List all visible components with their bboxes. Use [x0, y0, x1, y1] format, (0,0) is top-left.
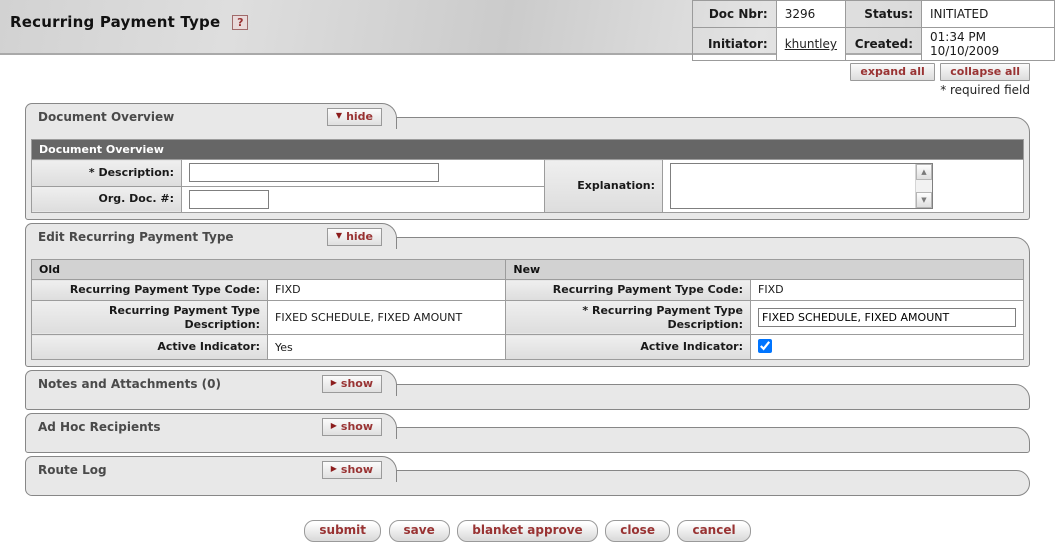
- close-button[interactable]: close: [605, 520, 670, 542]
- toggle-label: show: [340, 376, 373, 390]
- blanket-approve-button[interactable]: blanket approve: [457, 520, 598, 542]
- show-ad-hoc-button[interactable]: ▶ show: [321, 417, 382, 436]
- description-input[interactable]: [189, 163, 439, 183]
- created-value: 01:34 PM 10/10/2009: [921, 27, 1055, 61]
- section-ad-hoc-recipients: Ad Hoc Recipients ▶ show: [25, 413, 1030, 454]
- toggle-label: show: [340, 419, 373, 433]
- tab-edit-recurring-payment-type: Edit Recurring Payment Type ▼ hide: [25, 223, 397, 249]
- section-route-log: Route Log ▶ show: [25, 456, 1030, 497]
- explanation-label: Explanation:: [544, 159, 663, 213]
- toggle-label: show: [340, 462, 373, 476]
- initiator-link[interactable]: khuntley: [785, 37, 837, 51]
- textarea-scrollbar[interactable]: ▲ ▼: [915, 164, 932, 208]
- tab-route-log: Route Log ▶ show: [25, 456, 397, 483]
- hide-edit-section-button[interactable]: ▼ hide: [326, 227, 382, 246]
- new-description-input[interactable]: [758, 308, 1016, 327]
- collapse-all-button[interactable]: collapse all: [940, 63, 1030, 81]
- show-notes-button[interactable]: ▶ show: [321, 374, 382, 393]
- new-column-header: New: [505, 259, 1024, 280]
- old-description-value: FIXED SCHEDULE, FIXED AMOUNT: [267, 299, 507, 336]
- tab-document-overview: Document Overview ▼ hide: [25, 103, 397, 129]
- description-label: * Description:: [31, 159, 182, 187]
- toggle-label: hide: [346, 229, 373, 243]
- edit-section-body: Old New Recurring Payment Type Code: FIX…: [25, 237, 1030, 368]
- tab-title: Document Overview: [38, 109, 175, 124]
- doc-nbr-value: 3296: [775, 0, 847, 28]
- new-description-label: * Recurring Payment Type Description:: [505, 299, 751, 336]
- section-edit-recurring-payment-type: Edit Recurring Payment Type ▼ hide Old N…: [25, 223, 1030, 368]
- expand-all-button[interactable]: expand all: [850, 63, 935, 81]
- page-header: Recurring Payment Type ? Doc Nbr: 3296 S…: [0, 0, 1055, 61]
- old-column-header: Old: [30, 259, 507, 280]
- toggle-label: hide: [346, 109, 373, 123]
- triangle-right-icon: ▶: [330, 464, 337, 474]
- table-row: Active Indicator: Yes Active Indicator:: [30, 334, 1024, 361]
- old-code-label: Recurring Payment Type Code:: [30, 279, 269, 301]
- status-label: Status:: [845, 0, 922, 28]
- new-code-label: Recurring Payment Type Code:: [505, 279, 751, 301]
- active-indicator-checkbox[interactable]: [758, 339, 772, 354]
- old-description-label: Recurring Payment Type Description:: [30, 299, 269, 336]
- new-active-label: Active Indicator:: [505, 334, 751, 361]
- scroll-down-icon[interactable]: ▼: [916, 192, 932, 208]
- document-overview-body: Document Overview * Description: Explana…: [25, 117, 1030, 220]
- show-route-log-button[interactable]: ▶ show: [321, 460, 382, 479]
- initiator-label: Initiator:: [691, 27, 777, 61]
- submit-button[interactable]: submit: [304, 520, 382, 542]
- document-overview-inner-header: Document Overview: [31, 139, 1024, 160]
- old-code-value: FIXD: [267, 279, 507, 301]
- org-doc-input[interactable]: [189, 189, 269, 209]
- triangle-right-icon: ▶: [330, 421, 337, 431]
- created-label: Created:: [845, 27, 922, 61]
- table-row: Recurring Payment Type Code: FIXD Recurr…: [30, 279, 1024, 301]
- tab-title: Route Log: [38, 462, 107, 477]
- required-field-note: * required field: [940, 83, 1030, 97]
- tab-title: Ad Hoc Recipients: [38, 419, 161, 434]
- tab-title: Notes and Attachments (0): [38, 376, 221, 391]
- hide-document-overview-button[interactable]: ▼ hide: [326, 107, 382, 126]
- new-code-value: FIXD: [750, 279, 1024, 301]
- tab-notes-and-attachments: Notes and Attachments (0) ▶ show: [25, 370, 397, 397]
- section-notes-and-attachments: Notes and Attachments (0) ▶ show: [25, 370, 1030, 411]
- tab-title: Edit Recurring Payment Type: [38, 229, 234, 244]
- section-document-overview: Document Overview ▼ hide Document Overvi…: [25, 103, 1030, 220]
- doc-nbr-label: Doc Nbr:: [691, 0, 777, 28]
- triangle-down-icon: ▼: [335, 111, 343, 120]
- doc-info-table: Doc Nbr: 3296 Status: INITIATED Initiato…: [691, 0, 1055, 61]
- table-row: Recurring Payment Type Description: FIXE…: [30, 299, 1024, 336]
- scroll-up-icon[interactable]: ▲: [916, 164, 932, 180]
- old-active-label: Active Indicator:: [30, 334, 269, 361]
- cancel-button[interactable]: cancel: [677, 520, 751, 542]
- expand-collapse-toolbar: expand all collapse all: [25, 63, 1030, 81]
- help-icon[interactable]: ?: [232, 14, 249, 30]
- save-button[interactable]: save: [388, 520, 450, 542]
- org-doc-label: Org. Doc. #:: [31, 185, 182, 213]
- page-title: Recurring Payment Type: [10, 13, 221, 31]
- triangle-right-icon: ▶: [330, 378, 337, 388]
- triangle-down-icon: ▼: [335, 231, 343, 240]
- explanation-textarea[interactable]: ▲ ▼: [670, 163, 933, 209]
- status-value: INITIATED: [921, 0, 1055, 28]
- old-active-value: Yes: [267, 334, 507, 361]
- footer-actions: submit save blanket approve close cancel: [0, 520, 1055, 542]
- tab-ad-hoc-recipients: Ad Hoc Recipients ▶ show: [25, 413, 397, 440]
